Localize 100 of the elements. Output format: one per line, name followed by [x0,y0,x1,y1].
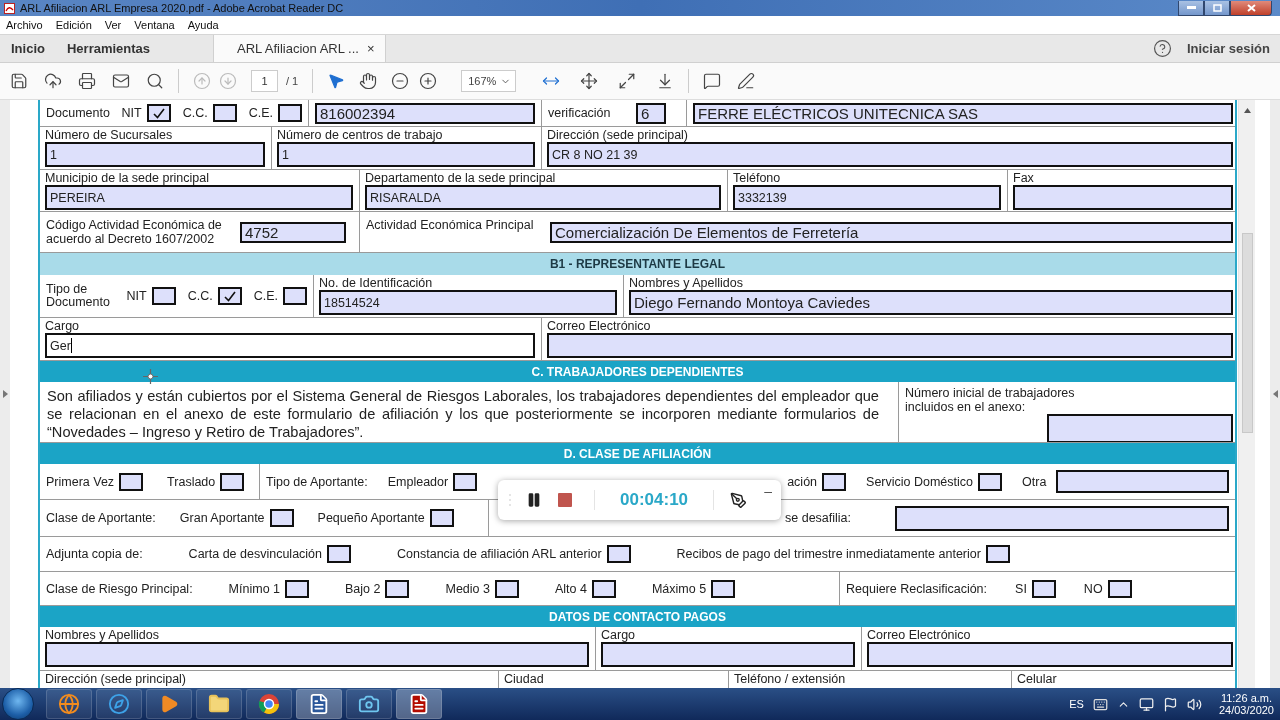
input-field[interactable] [895,505,1229,531]
sign-in-link[interactable]: Iniciar sesión [1186,41,1270,56]
checkbox[interactable] [591,579,616,598]
input-field[interactable]: 4752 [240,221,346,243]
taskbar-app[interactable] [46,689,92,719]
checkbox[interactable] [151,287,176,305]
checkbox[interactable] [217,287,242,305]
print-icon[interactable] [78,72,96,90]
pen-icon[interactable] [730,491,748,509]
pointer-icon[interactable] [327,72,346,90]
input-field[interactable]: Comercialización De Elementos de Ferretería [550,221,1233,243]
zoom-dropdown[interactable]: 167% [461,70,517,92]
checkbox[interactable] [978,472,1003,491]
tab[interactable]: Inicio [0,35,56,62]
taskbar-app[interactable] [146,689,192,719]
page-number-field[interactable]: 1 [251,70,278,92]
input-field[interactable]: 1 [45,142,265,167]
pen-icon[interactable] [737,72,756,90]
checkbox[interactable] [146,104,171,122]
scrollbar[interactable] [1238,100,1255,688]
input-field[interactable]: Diego Fernando Montoya Caviedes [629,290,1233,315]
taskbar-app[interactable] [346,689,392,719]
checkbox[interactable] [278,104,302,122]
taskbar-app[interactable] [396,689,442,719]
input-field[interactable]: PEREIRA [45,185,353,210]
input-field[interactable] [1013,185,1233,210]
hand-icon[interactable] [359,72,378,90]
checkbox[interactable] [119,472,144,491]
menu-item[interactable]: Archivo [6,19,43,31]
input-field[interactable] [1047,414,1233,442]
comment-icon[interactable] [703,72,722,90]
keyboard-icon[interactable] [1092,696,1108,712]
checkbox[interactable] [285,579,309,598]
input-field[interactable]: 18514524 [319,290,617,315]
input-field[interactable] [547,333,1233,358]
checkbox[interactable] [494,579,519,598]
menu-item[interactable]: Ventana [134,19,175,31]
menu-item[interactable]: Edición [55,19,92,31]
checkbox[interactable] [269,509,294,527]
input-field[interactable]: 3332139 [733,185,1001,210]
checkbox[interactable] [453,472,478,491]
tab[interactable]: Herramientas [55,35,162,62]
checkbox[interactable] [283,287,307,305]
search-icon[interactable] [146,72,164,90]
checkbox[interactable] [429,509,454,527]
mail-icon[interactable] [112,72,130,90]
checkbox[interactable] [711,579,736,598]
scroll-up-arrow-icon[interactable] [1243,108,1251,113]
checkbox-label: C.E. [248,106,273,120]
scrollbar-thumb[interactable] [1241,233,1253,433]
input-field[interactable]: 1 [277,142,535,167]
checkbox-label: NO [1083,581,1103,596]
input-field[interactable]: 816002394 [315,102,535,124]
collapse-arrow-icon[interactable] [1272,390,1278,398]
field-label: se desafilia: [785,511,851,525]
checkbox[interactable] [327,545,352,563]
menu-item[interactable]: Ver [104,19,122,31]
minimize-button[interactable] [1178,0,1204,16]
field-label: Otra [1022,474,1047,489]
checkbox[interactable] [606,545,631,563]
close-tab-icon[interactable]: × [366,41,375,56]
checkbox[interactable] [220,472,245,491]
taskbar-app[interactable] [96,689,142,719]
zoom-out-icon[interactable] [391,72,410,90]
start-button[interactable] [2,688,34,720]
input-field[interactable]: Ger [45,333,535,358]
input-field[interactable] [1056,470,1229,493]
checkbox[interactable] [1031,579,1056,598]
checkbox[interactable] [1107,579,1132,598]
checkbox[interactable] [822,472,847,491]
expand-arrow-icon[interactable] [2,390,8,398]
taskbar-app[interactable] [296,689,342,719]
input-field[interactable] [45,642,589,667]
zoom-in-icon[interactable] [419,72,438,90]
checkbox[interactable] [385,579,410,598]
minimize-button[interactable]: – [764,483,772,499]
input-field[interactable] [601,642,855,667]
network-icon[interactable] [1138,696,1154,712]
input-field[interactable]: 6 [636,102,666,124]
close-button[interactable] [1230,0,1272,16]
upload-icon[interactable] [44,72,62,90]
help-icon[interactable] [1152,39,1172,58]
maximize-button[interactable] [1204,0,1230,16]
taskbar-app[interactable] [196,689,242,719]
checkbox[interactable] [985,545,1010,563]
language-indicator[interactable]: ES [1069,698,1084,710]
speaker-icon[interactable] [1186,696,1202,712]
menu-item[interactable]: Ayuda [187,19,219,31]
pause-icon[interactable] [526,492,542,508]
full-screen-icon[interactable] [618,72,637,90]
input-field[interactable] [867,642,1233,667]
input-field[interactable]: RISARALDA [365,185,721,210]
field-label: verificación [548,106,612,120]
flag-icon[interactable] [1162,696,1178,712]
input-field[interactable]: CR 8 NO 21 39 [547,142,1233,167]
input-field[interactable]: FERRE ELÉCTRICOS UNITECNICA SAS [693,102,1233,124]
save-icon[interactable] [10,72,28,90]
checkbox[interactable] [212,104,237,122]
taskbar-app[interactable] [246,689,292,719]
tab[interactable]: ARL Afiliacion ARL ... × [213,35,386,62]
